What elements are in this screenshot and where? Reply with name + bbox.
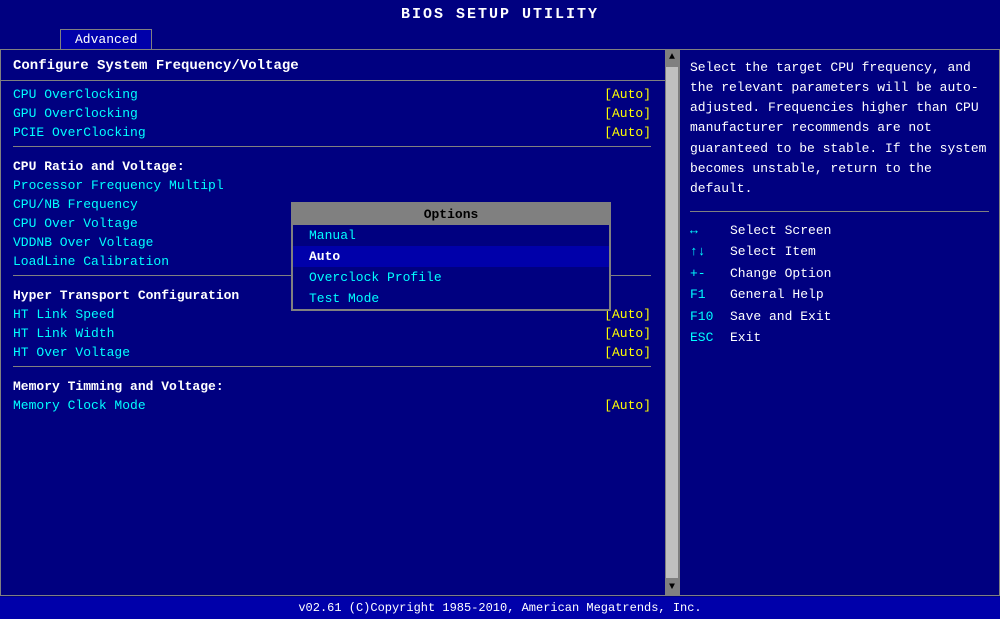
scroll-thumb[interactable] [666, 67, 678, 578]
pcie-overclocking-row[interactable]: PCIE OverClocking [Auto] [1, 123, 663, 142]
footer: v02.61 (C)Copyright 1985-2010, American … [0, 597, 1000, 619]
ht-link-width-row[interactable]: HT Link Width [Auto] [1, 324, 663, 343]
dropdown-item-overclock[interactable]: Overclock Profile [293, 267, 609, 288]
key-change-option: +- Change Option [690, 263, 989, 285]
mem-section-header: Memory Timming and Voltage: [1, 371, 663, 396]
memory-clock-mode-row[interactable]: Memory Clock Mode [Auto] [1, 396, 663, 415]
right-panel: Select the target CPU frequency, and the… [680, 49, 1000, 596]
key-save-exit: F10 Save and Exit [690, 306, 989, 328]
cpu-overclocking-row[interactable]: CPU OverClocking [Auto] [1, 85, 663, 104]
key-guide: ↔ Select Screen ↑↓ Select Item +- Change… [690, 211, 989, 349]
dropdown-item-manual[interactable]: Manual [293, 225, 609, 246]
options-dropdown[interactable]: Options Manual Auto Overclock Profile Te… [291, 202, 611, 311]
gpu-overclocking-row[interactable]: GPU OverClocking [Auto] [1, 104, 663, 123]
key-select-screen: ↔ Select Screen [690, 220, 989, 242]
dropdown-item-auto[interactable]: Auto [293, 246, 609, 267]
key-select-item: ↑↓ Select Item [690, 241, 989, 263]
key-esc: ESC Exit [690, 327, 989, 349]
section-title: Configure System Frequency/Voltage [1, 50, 679, 81]
cpu-section-header: CPU Ratio and Voltage: [1, 151, 663, 176]
processor-freq-row[interactable]: Processor Frequency Multipl [1, 176, 663, 195]
help-text: Select the target CPU frequency, and the… [690, 58, 989, 199]
divider-3 [13, 366, 651, 367]
divider-1 [13, 146, 651, 147]
key-general-help: F1 General Help [690, 284, 989, 306]
left-panel: Configure System Frequency/Voltage CPU O… [0, 49, 680, 596]
dropdown-title: Options [293, 204, 609, 225]
tab-bar: Advanced [0, 27, 1000, 49]
bios-title: BIOS SETUP UTILITY [401, 6, 599, 23]
scrollbar[interactable]: ▲ ▼ [665, 50, 679, 595]
title-bar: BIOS SETUP UTILITY [0, 0, 1000, 27]
main-container: Configure System Frequency/Voltage CPU O… [0, 49, 1000, 596]
dropdown-item-testmode[interactable]: Test Mode [293, 288, 609, 309]
ht-over-voltage-row[interactable]: HT Over Voltage [Auto] [1, 343, 663, 362]
scroll-down-button[interactable]: ▼ [667, 580, 677, 595]
tab-advanced[interactable]: Advanced [60, 29, 152, 49]
scroll-up-button[interactable]: ▲ [667, 50, 677, 65]
